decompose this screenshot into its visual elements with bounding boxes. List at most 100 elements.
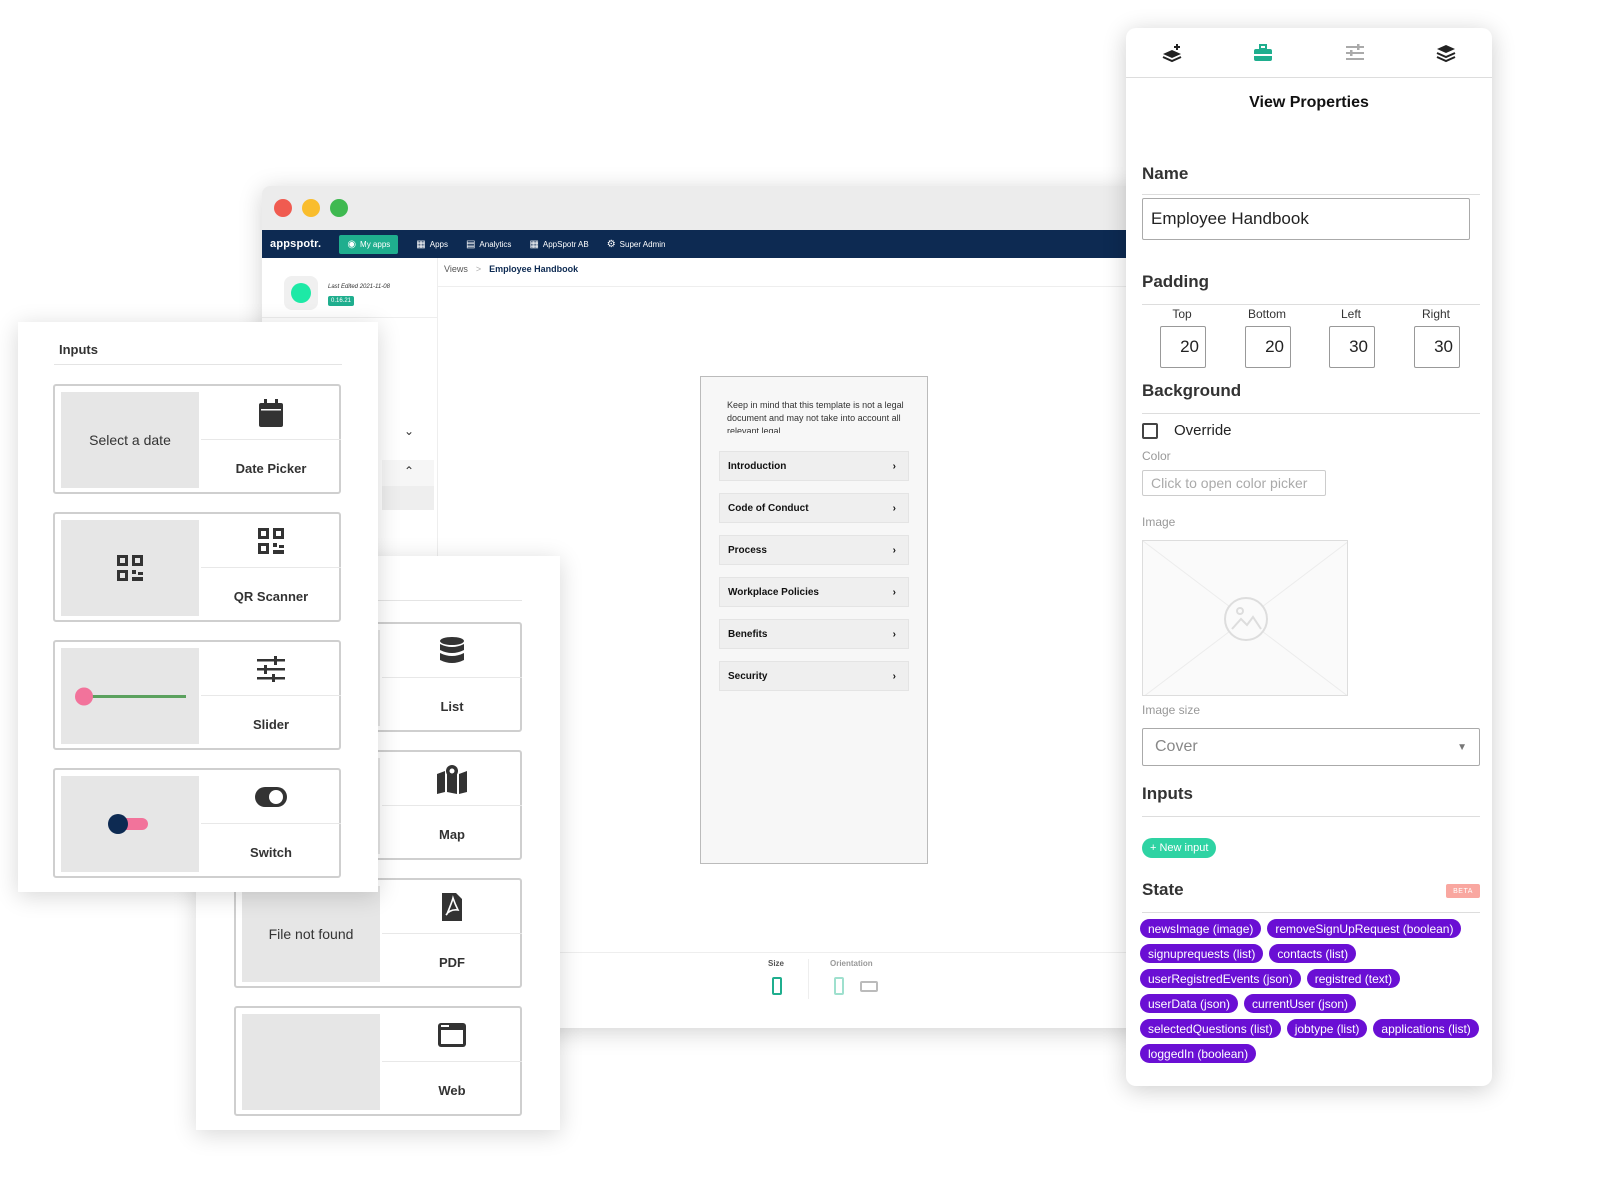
chevron-right-icon: › bbox=[892, 628, 896, 640]
list-item[interactable]: Security › bbox=[719, 661, 909, 691]
breadcrumb-current: Employee Handbook bbox=[489, 264, 579, 274]
slider-preview bbox=[75, 687, 186, 706]
list-item[interactable]: Code of Conduct › bbox=[719, 493, 909, 523]
new-input-button[interactable]: + New input bbox=[1142, 838, 1217, 858]
nav-label: Super Admin bbox=[619, 239, 666, 249]
list-item[interactable]: Benefits › bbox=[719, 619, 909, 649]
card-preview bbox=[61, 520, 199, 616]
state-chip[interactable]: selectedQuestions (list) bbox=[1140, 1019, 1281, 1038]
divider bbox=[1142, 816, 1480, 817]
padding-right-label: Right bbox=[1421, 307, 1450, 321]
state-chip[interactable]: jobtype (list) bbox=[1286, 1019, 1368, 1038]
chevron-down-icon[interactable]: ⌄ bbox=[404, 424, 414, 438]
state-chip[interactable]: signuprequests (list) bbox=[1140, 944, 1264, 963]
tab-add-layer[interactable] bbox=[1126, 28, 1218, 77]
landscape-icon[interactable] bbox=[860, 981, 878, 992]
chevron-up-icon[interactable]: ⌃ bbox=[404, 464, 414, 478]
nav-super-admin[interactable]: ⚙ Super Admin bbox=[607, 239, 666, 250]
card-label: Web bbox=[438, 1082, 466, 1098]
sidebar-item-selected[interactable] bbox=[382, 486, 434, 510]
image-size-label: Image size bbox=[1142, 703, 1201, 717]
view-name-input[interactable] bbox=[1142, 198, 1470, 240]
nav-label: Apps bbox=[429, 239, 448, 249]
component-card-web[interactable]: Web bbox=[234, 1006, 522, 1116]
padding-bottom-label: Bottom bbox=[1247, 307, 1286, 321]
maximize-window-button[interactable] bbox=[330, 199, 348, 217]
last-edited: Last Edited 2021-11-08 bbox=[328, 284, 390, 290]
panel-tabs bbox=[1126, 28, 1492, 78]
divider bbox=[808, 959, 809, 999]
padding-bottom-input[interactable]: 20 bbox=[1245, 326, 1291, 368]
panel-title: Inputs bbox=[59, 342, 98, 357]
state-chip[interactable]: loggedIn (boolean) bbox=[1140, 1044, 1257, 1063]
list-item[interactable]: Process › bbox=[719, 535, 909, 565]
input-card-date-picker[interactable]: Select a date Date Picker bbox=[53, 384, 341, 494]
divider bbox=[1142, 413, 1480, 414]
image-upload-placeholder[interactable] bbox=[1142, 540, 1348, 696]
card-preview bbox=[61, 648, 199, 744]
size-label: Size bbox=[768, 959, 785, 968]
padding-top-input[interactable]: 20 bbox=[1160, 326, 1206, 368]
database-icon bbox=[382, 624, 522, 678]
top-nav: appspotr. ◉ My apps ▦ Apps ▤ Analytics ▦… bbox=[262, 230, 1162, 258]
chevron-right-icon: › bbox=[892, 544, 896, 556]
divider bbox=[1142, 194, 1480, 195]
state-chip[interactable]: userRegistredEvents (json) bbox=[1140, 969, 1301, 988]
nav-my-apps[interactable]: ◉ My apps bbox=[339, 234, 399, 254]
padding-section-label: Padding bbox=[1142, 272, 1210, 291]
tab-components[interactable] bbox=[1218, 28, 1310, 77]
app-summary: Last Edited 2021-11-08 0.16.21 bbox=[262, 258, 438, 318]
state-chip[interactable]: removeSignUpRequest (boolean) bbox=[1267, 919, 1462, 938]
pdf-icon bbox=[382, 880, 522, 934]
padding-right-input[interactable]: 30 bbox=[1414, 326, 1460, 368]
minimize-window-button[interactable] bbox=[302, 199, 320, 217]
state-chip[interactable]: registred (text) bbox=[1306, 969, 1401, 988]
card-label: Map bbox=[439, 826, 465, 842]
nav-organization[interactable]: ▦ AppSpotr AB bbox=[529, 239, 588, 250]
override-checkbox[interactable] bbox=[1142, 423, 1158, 439]
list-item-label: Workplace Policies bbox=[728, 586, 819, 598]
background-section-label: Background bbox=[1142, 381, 1242, 400]
breadcrumb-views[interactable]: Views bbox=[444, 264, 468, 274]
toolbox-icon bbox=[1254, 43, 1273, 61]
phone-size-icon[interactable] bbox=[772, 977, 782, 995]
image-icon bbox=[1143, 541, 1347, 695]
panel-title: View Properties bbox=[1249, 94, 1369, 111]
qr-code-icon bbox=[117, 555, 143, 581]
map-pin-icon bbox=[382, 752, 522, 806]
divider bbox=[1142, 304, 1480, 305]
divider bbox=[1142, 912, 1480, 913]
image-size-select[interactable]: Cover ▼ bbox=[1142, 728, 1480, 766]
inputs-panel: Inputs Select a date Date Picker QR Scan… bbox=[18, 322, 378, 892]
gear-icon: ⚙ bbox=[606, 238, 616, 250]
tab-settings[interactable] bbox=[1309, 28, 1401, 77]
state-chip[interactable]: contacts (list) bbox=[1269, 944, 1357, 963]
phone-preview: Keep in mind that this template is not a… bbox=[700, 376, 928, 864]
input-card-slider[interactable]: Slider bbox=[53, 640, 341, 750]
input-card-switch[interactable]: Switch bbox=[53, 768, 341, 878]
state-chip[interactable]: userData (json) bbox=[1140, 994, 1239, 1013]
properties-panel: View Properties Name Padding Top Bottom … bbox=[1126, 28, 1492, 1086]
state-chip[interactable]: currentUser (json) bbox=[1244, 994, 1357, 1013]
component-card-pdf[interactable]: File not found PDF bbox=[234, 878, 522, 988]
close-window-button[interactable] bbox=[274, 199, 292, 217]
portrait-icon[interactable] bbox=[834, 977, 844, 995]
color-picker-input[interactable]: Click to open color picker bbox=[1142, 470, 1326, 496]
caret-down-icon: ▼ bbox=[1457, 741, 1467, 753]
card-label: PDF bbox=[439, 954, 465, 970]
tab-layers[interactable] bbox=[1401, 28, 1493, 77]
state-chip[interactable]: applications (list) bbox=[1373, 1019, 1479, 1038]
inputs-section-label: Inputs bbox=[1142, 784, 1193, 803]
list-item[interactable]: Introduction › bbox=[719, 451, 909, 481]
name-section-label: Name bbox=[1142, 164, 1189, 183]
input-card-qr-scanner[interactable]: QR Scanner bbox=[53, 512, 341, 622]
list-item[interactable]: Workplace Policies › bbox=[719, 577, 909, 607]
card-label: Switch bbox=[250, 844, 292, 860]
nav-apps[interactable]: ▦ Apps bbox=[416, 239, 448, 250]
state-chip[interactable]: newsImage (image) bbox=[1140, 919, 1262, 938]
preview-text: File not found bbox=[268, 926, 354, 942]
padding-left-input[interactable]: 30 bbox=[1329, 326, 1375, 368]
nav-analytics[interactable]: ▤ Analytics bbox=[466, 239, 511, 250]
color-label: Color bbox=[1142, 449, 1171, 463]
calendar-icon bbox=[201, 386, 341, 440]
